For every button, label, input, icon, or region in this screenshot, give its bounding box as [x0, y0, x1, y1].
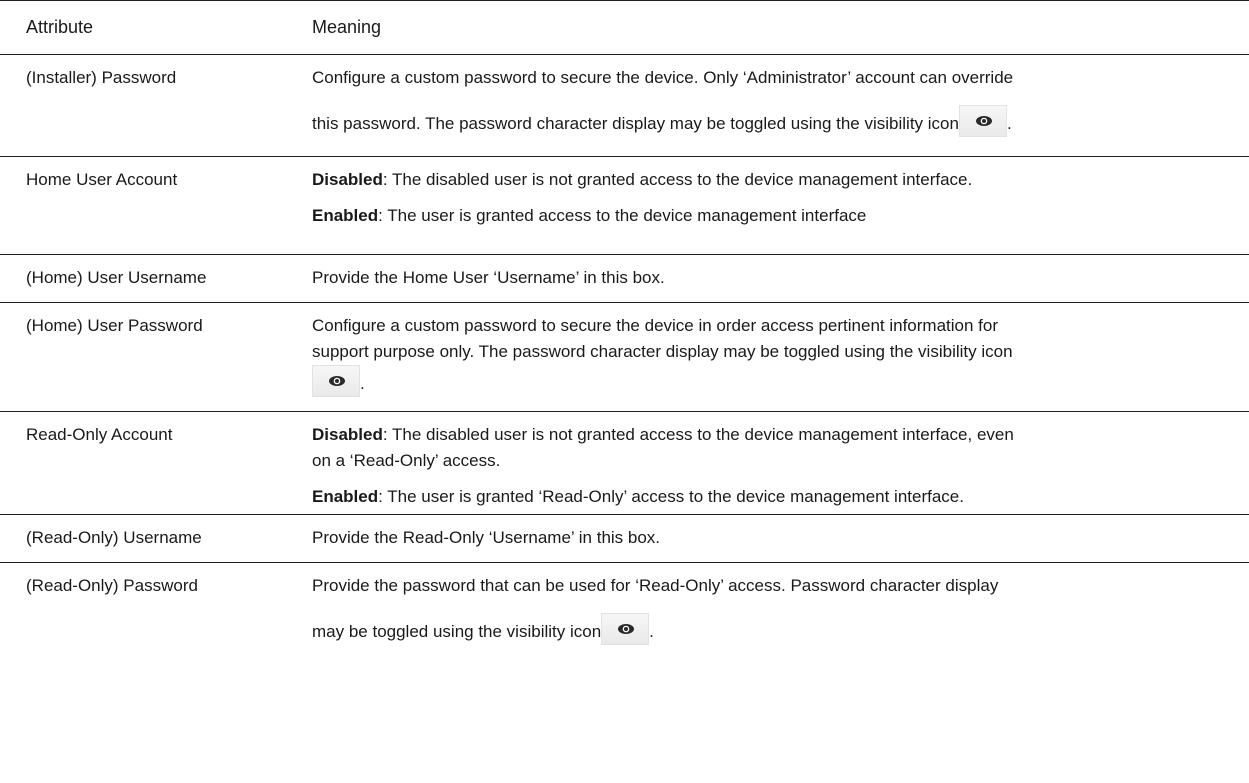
meaning-text: : The disabled user is not granted acces… — [382, 170, 973, 189]
table-row: (Read-Only) Username Provide the Read-On… — [0, 515, 1249, 563]
meaning-suffix: . — [360, 374, 365, 393]
eye-icon — [618, 624, 635, 634]
attribute-label: Home User Account — [26, 170, 178, 189]
meaning-line: Provide the Home User ‘Username’ in this… — [312, 268, 665, 287]
status-keyword: Disabled — [312, 170, 383, 189]
meaning-text: : The user is granted ‘Read-Only’ access… — [378, 487, 964, 506]
meaning-paragraph: Enabled: The user is granted ‘Read-Only’… — [312, 484, 1237, 510]
table-header-row: Attribute Meaning — [0, 0, 1249, 55]
visibility-toggle-button[interactable] — [601, 613, 650, 645]
eye-icon — [329, 376, 345, 386]
meaning-cell: Configure a custom password to secure th… — [312, 55, 1249, 156]
table-row: Home User Account Disabled: The disabled… — [0, 157, 1249, 255]
status-keyword: Disabled — [312, 425, 383, 444]
attribute-cell: Home User Account — [0, 157, 312, 254]
table-row: (Installer) Password Configure a custom … — [0, 55, 1249, 157]
meaning-cell: Configure a custom password to secure th… — [312, 303, 1249, 411]
meaning-suffix: . — [649, 622, 654, 641]
attribute-cell: (Home) User Password — [0, 303, 312, 411]
meaning-line: Provide the password that can be used fo… — [312, 576, 999, 595]
attribute-cell: Read-Only Account — [0, 412, 312, 514]
meaning-line: this password. The password character di… — [312, 105, 1237, 137]
header-meaning: Meaning — [312, 17, 382, 37]
meaning-line: Provide the Read-Only ‘Username’ in this… — [312, 528, 661, 547]
meaning-paragraph: Enabled: The user is granted access to t… — [312, 203, 1237, 229]
table-row: (Home) User Username Provide the Home Us… — [0, 255, 1249, 303]
meaning-cell: Provide the Home User ‘Username’ in this… — [312, 255, 1249, 302]
meaning-text: : The disabled user is not granted acces… — [382, 425, 1014, 444]
visibility-toggle-button[interactable] — [312, 365, 360, 397]
meaning-line: on a ‘Read-Only’ access. — [312, 451, 501, 470]
meaning-text: : The user is granted access to the devi… — [378, 206, 867, 225]
visibility-toggle-button[interactable] — [958, 105, 1007, 137]
meaning-cell: Disabled: The disabled user is not grant… — [312, 157, 1249, 254]
eye-icon — [975, 116, 992, 126]
attribute-label: Read-Only Account — [26, 425, 173, 444]
meaning-line: support purpose only. The password chara… — [312, 342, 1013, 361]
meaning-line: Disabled: The disabled user is not grant… — [312, 422, 1237, 448]
attribute-label: (Read-Only) Username — [26, 528, 202, 547]
meaning-line: Configure a custom password to secure th… — [312, 68, 1014, 87]
meaning-line: . — [312, 365, 1237, 397]
meaning-line: may be toggled using the visibility icon… — [312, 613, 1237, 645]
table-row: (Read-Only) Password Provide the passwor… — [0, 563, 1249, 663]
attribute-label: (Installer) Password — [26, 68, 177, 87]
attribute-label: (Read-Only) Password — [26, 576, 198, 595]
status-keyword: Enabled — [312, 487, 379, 506]
attribute-label: (Home) User Username — [26, 268, 207, 287]
meaning-line: Configure a custom password to secure th… — [312, 316, 999, 335]
meaning-suffix: . — [1006, 114, 1012, 133]
meaning-cell: Provide the password that can be used fo… — [312, 563, 1249, 663]
header-attribute: Attribute — [26, 17, 94, 37]
attribute-cell: (Home) User Username — [0, 255, 312, 302]
meaning-cell: Disabled: The disabled user is not grant… — [312, 412, 1249, 514]
attribute-label: (Home) User Password — [26, 316, 203, 335]
attribute-cell: (Read-Only) Password — [0, 563, 312, 663]
attribute-cell: (Installer) Password — [0, 55, 312, 156]
attribute-cell: (Read-Only) Username — [0, 515, 312, 562]
table-row: Read-Only Account Disabled: The disabled… — [0, 412, 1249, 515]
meaning-paragraph: Disabled: The disabled user is not grant… — [312, 422, 1237, 474]
meaning-paragraph: Disabled: The disabled user is not grant… — [312, 167, 1237, 193]
attribute-table: Attribute Meaning (Installer) Password C… — [0, 0, 1249, 663]
meaning-text: this password. The password character di… — [312, 114, 959, 133]
table-row: (Home) User Password Configure a custom … — [0, 303, 1249, 412]
meaning-cell: Provide the Read-Only ‘Username’ in this… — [312, 515, 1249, 562]
meaning-text: may be toggled using the visibility icon — [312, 622, 602, 641]
status-keyword: Enabled — [312, 206, 379, 225]
